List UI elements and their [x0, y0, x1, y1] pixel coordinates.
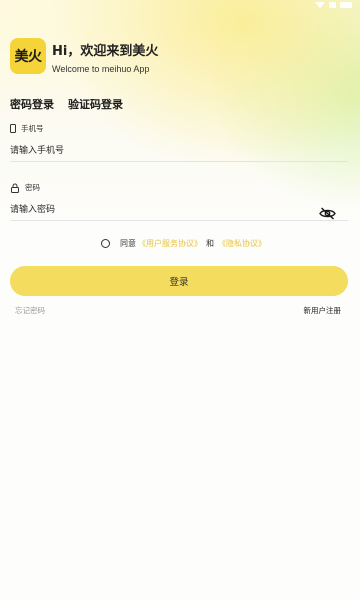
password-label-text: 密码 — [25, 183, 40, 192]
login-button-label: 登录 — [169, 277, 189, 288]
register-link[interactable]: 新用户注册 — [304, 305, 342, 316]
battery-icon — [340, 2, 352, 8]
privacy-policy-link[interactable]: 《隐私协议》 — [218, 238, 266, 249]
eye-off-icon[interactable] — [319, 205, 336, 220]
app-logo: 美火 — [10, 38, 46, 74]
signal-icon — [329, 2, 336, 8]
tab-password-login[interactable]: 密码登录 — [10, 96, 54, 112]
login-screen: 美火 Hi，欢迎来到美火 Welcome to meihuo App 密码登录 … — [0, 0, 360, 600]
password-input[interactable] — [10, 199, 348, 221]
password-field-label: 密码 — [10, 182, 40, 193]
tab-code-login[interactable]: 验证码登录 — [68, 96, 123, 112]
greeting-title: Hi，欢迎来到美火 — [52, 44, 159, 59]
greeting-subtitle: Welcome to meihuo App — [52, 64, 150, 74]
phone-input[interactable] — [10, 140, 348, 162]
forgot-password-link[interactable]: 忘记密码 — [15, 305, 45, 316]
lock-icon — [10, 183, 20, 193]
phone-label-text: 手机号 — [21, 124, 44, 133]
phone-icon — [10, 124, 16, 133]
agreement-prefix: 同意 — [120, 239, 136, 248]
agreement-row: 同意 《用户服务协议》 和 《隐私协议》 — [101, 238, 266, 249]
terms-of-service-link[interactable]: 《用户服务协议》 — [138, 238, 202, 249]
wifi-icon — [315, 2, 325, 8]
phone-field-label: 手机号 — [10, 123, 44, 134]
agreement-conjunction: 和 — [206, 239, 214, 248]
logo-text: 美火 — [14, 49, 43, 65]
login-button[interactable]: 登录 — [10, 266, 348, 296]
status-bar — [315, 0, 352, 10]
agreement-radio[interactable] — [101, 239, 110, 248]
